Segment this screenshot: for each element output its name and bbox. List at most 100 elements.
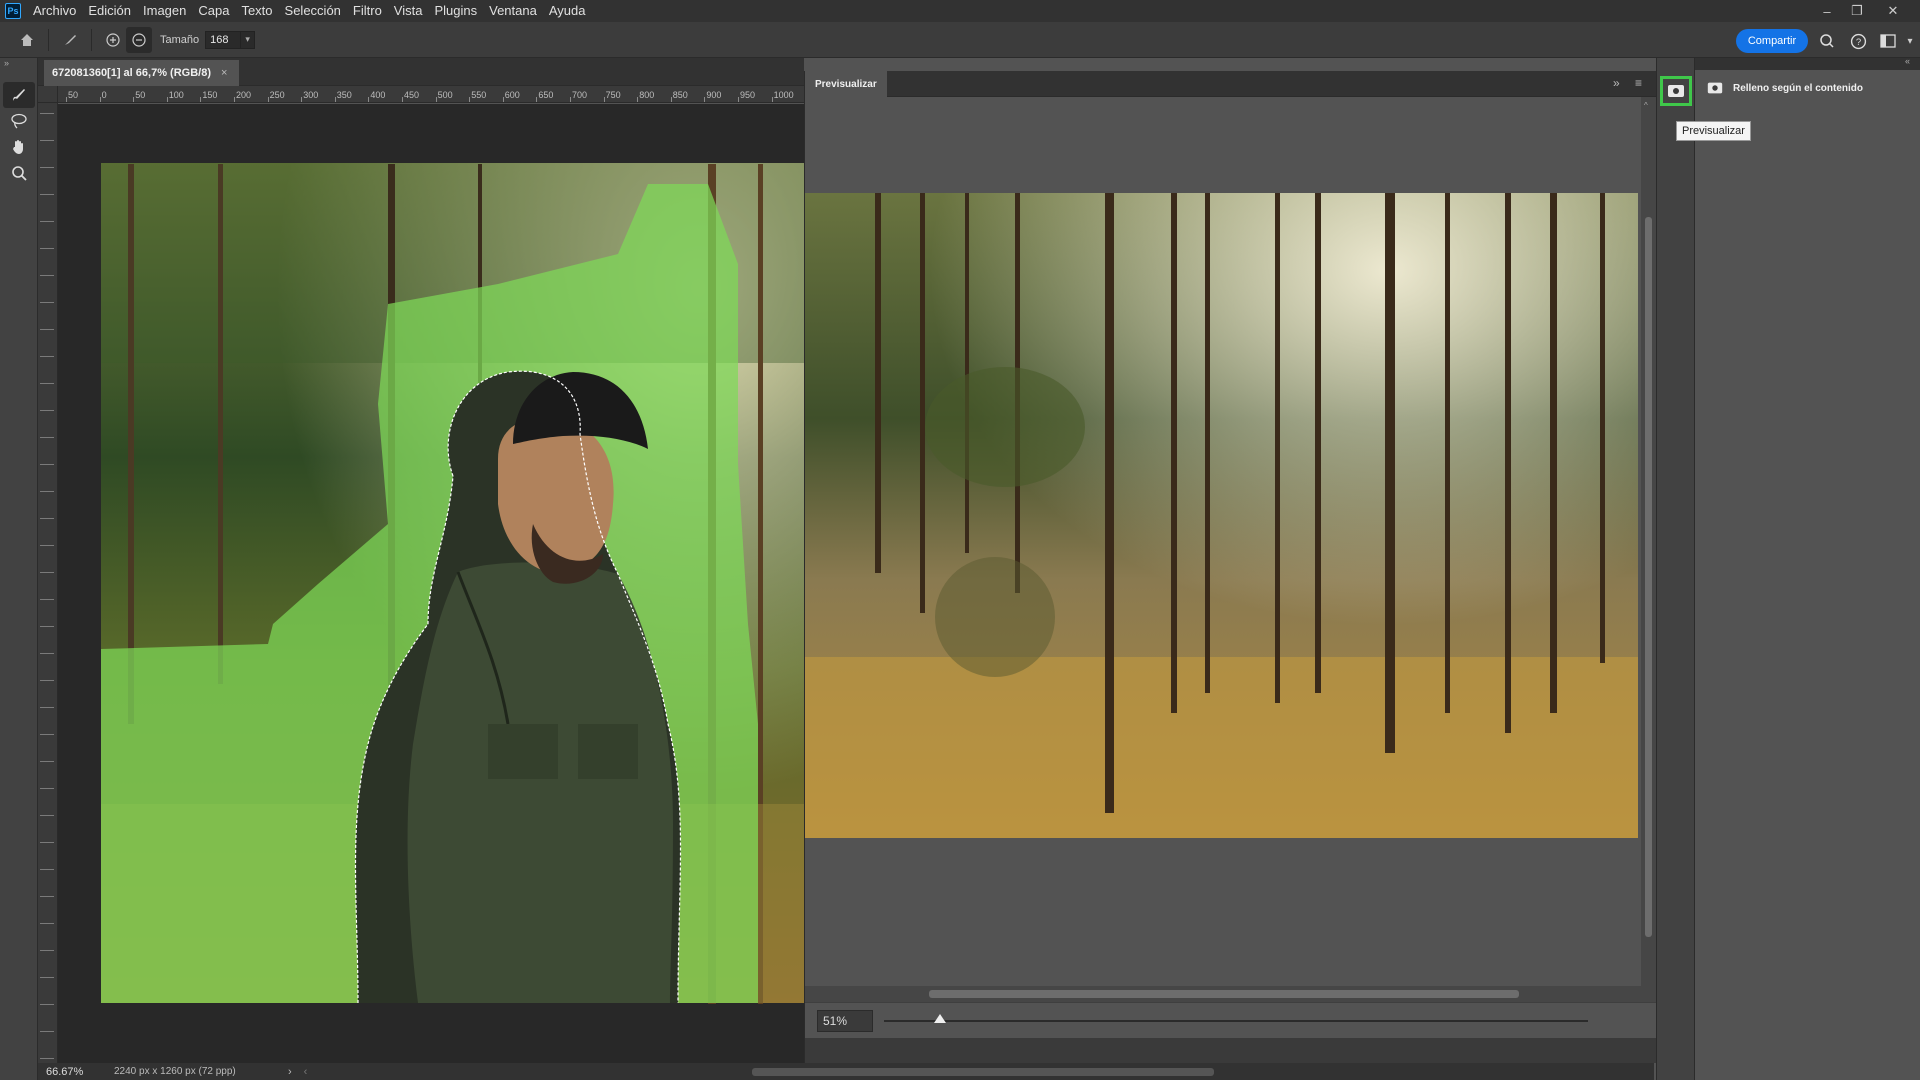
minimize-icon[interactable]: – [1812, 0, 1842, 22]
preview-canvas[interactable] [805, 97, 1641, 1002]
dock-header: « « [1657, 56, 1920, 70]
ruler-mark: 850 [672, 90, 688, 100]
horizontal-ruler: 50 0 50 100 150 200 250 300 350 400 450 500 550 600 65… [58, 86, 804, 103]
ruler-tick [402, 97, 403, 102]
ruler-tick [670, 97, 672, 102]
menu-item[interactable]: Filtro [347, 0, 388, 22]
zoom-slider-thumb[interactable] [934, 1014, 947, 1023]
preview-image [805, 193, 1638, 838]
ruler-tick [603, 97, 605, 102]
chevron-down-icon[interactable]: ▾ [241, 30, 256, 49]
add-mode-icon[interactable] [100, 27, 126, 53]
size-input[interactable] [205, 30, 242, 49]
ruler-tick [40, 140, 54, 141]
horizontal-scroll-thumb[interactable] [929, 990, 1519, 998]
ruler-mark: 250 [269, 90, 285, 100]
ruler-mark: 200 [236, 90, 252, 100]
document-tab[interactable]: 672081360[1] al 66,7% (RGB/8) × [44, 60, 240, 86]
expand-icon[interactable]: » [0, 58, 37, 72]
ruler-mark: 400 [370, 90, 386, 100]
ruler-mark: 50 [135, 90, 146, 100]
ruler-tick [40, 167, 54, 168]
vertical-scrollbar[interactable]: ^ [1641, 97, 1657, 1002]
menu-item[interactable]: Edición [82, 0, 137, 22]
divider [48, 28, 49, 51]
ruler-mark: 350 [336, 90, 352, 100]
preview-zoom-input[interactable] [817, 1010, 873, 1032]
brush-tool-icon[interactable] [3, 82, 35, 108]
double-chevron-right-icon[interactable]: » [1613, 76, 1620, 90]
lasso-tool-icon[interactable] [3, 108, 35, 134]
zoom-tool-icon[interactable] [3, 160, 35, 186]
collapse-icon[interactable]: « [1905, 56, 1910, 66]
help-icon[interactable]: ? [1846, 29, 1870, 53]
subtract-mode-icon[interactable] [126, 26, 152, 53]
hand-tool-icon[interactable] [3, 134, 35, 160]
menu-bar: Ps Archivo Edición Imagen Capa Texto Selecció… [0, 0, 1920, 22]
vertical-scroll-thumb[interactable] [1645, 217, 1652, 937]
share-button[interactable]: Compartir [1736, 29, 1808, 53]
ruler-tick [334, 97, 336, 102]
menu-item[interactable]: Vista [388, 0, 429, 22]
preview-panel: Previsualizar » ≡ ^ 51% [804, 71, 1657, 1063]
restore-icon[interactable]: ❐ [1842, 0, 1872, 22]
zoom-readout[interactable]: 66.67% [38, 1066, 108, 1078]
chevron-left-icon[interactable]: ‹ [292, 1066, 308, 1078]
ruler-tick [267, 97, 269, 102]
horizontal-scrollbar[interactable] [805, 986, 1641, 1002]
search-icon[interactable] [1815, 29, 1839, 53]
ruler-tick [40, 518, 54, 519]
panel-title-label: Relleno según el contenido [1733, 82, 1864, 94]
menu-item[interactable]: Ayuda [543, 0, 592, 22]
ruler-tick [40, 1031, 54, 1032]
chevron-right-icon[interactable]: › [278, 1066, 292, 1078]
menu-item[interactable]: Imagen [137, 0, 192, 22]
workspace-icon[interactable] [1876, 29, 1900, 53]
menu-item[interactable]: Texto [235, 0, 278, 22]
menu-item[interactable]: Selección [279, 0, 347, 22]
close-icon[interactable]: × [221, 67, 227, 79]
zoom-slider-track[interactable] [884, 1020, 1588, 1022]
tools-panel: » [0, 58, 38, 1080]
panel-title: Relleno según el contenido [1707, 82, 1863, 94]
preview-tab[interactable]: Previsualizar [805, 71, 887, 97]
brush-tool-icon[interactable] [57, 27, 83, 53]
right-dock: « « Previsualizar Relleno según el conte… [1656, 56, 1920, 1080]
ruler-tick [40, 626, 54, 627]
ruler-tick [40, 221, 54, 222]
document-canvas[interactable] [58, 104, 804, 1063]
ruler-tick [40, 437, 54, 438]
ruler-tick [40, 248, 54, 249]
ruler-tick [40, 869, 54, 870]
menu-item[interactable]: Archivo [27, 0, 82, 22]
ruler-mark: 500 [437, 90, 453, 100]
document-tab-title: 672081360[1] al 66,7% (RGB/8) [52, 67, 211, 79]
options-bar: Tamaño ▾ [0, 22, 1920, 58]
ruler-tick [40, 599, 54, 600]
chevron-down-icon[interactable]: ▾ [1898, 29, 1920, 53]
ruler-tick [40, 275, 54, 276]
ruler-tick [40, 302, 54, 303]
ruler-mark: 900 [706, 90, 722, 100]
panel-menu-icon[interactable]: ≡ [1635, 76, 1642, 90]
ruler-tick [234, 97, 235, 102]
photoshop-logo-icon: Ps [5, 3, 21, 19]
close-window-icon[interactable]: ✕ [1878, 0, 1908, 22]
ruler-mark: 700 [572, 90, 588, 100]
menu-item[interactable]: Capa [192, 0, 235, 22]
ruler-tick [40, 761, 54, 762]
ruler-mark: 150 [202, 90, 218, 100]
menu-item[interactable]: Plugins [428, 0, 483, 22]
menu-item[interactable]: Ventana [483, 0, 543, 22]
ruler-tick [40, 734, 54, 735]
camera-icon [1707, 82, 1723, 94]
horizontal-scrollbar[interactable] [752, 1068, 1214, 1076]
preview-toggle-button[interactable] [1660, 76, 1692, 106]
ruler-tick [40, 572, 54, 573]
ruler-mark: 0 [101, 90, 107, 100]
ruler-mark: 800 [639, 90, 655, 100]
document-tab-bar: 672081360[1] al 66,7% (RGB/8) × [38, 58, 804, 86]
home-icon[interactable] [14, 27, 40, 53]
ruler-tick [40, 842, 54, 843]
ruler-tick [502, 97, 504, 102]
